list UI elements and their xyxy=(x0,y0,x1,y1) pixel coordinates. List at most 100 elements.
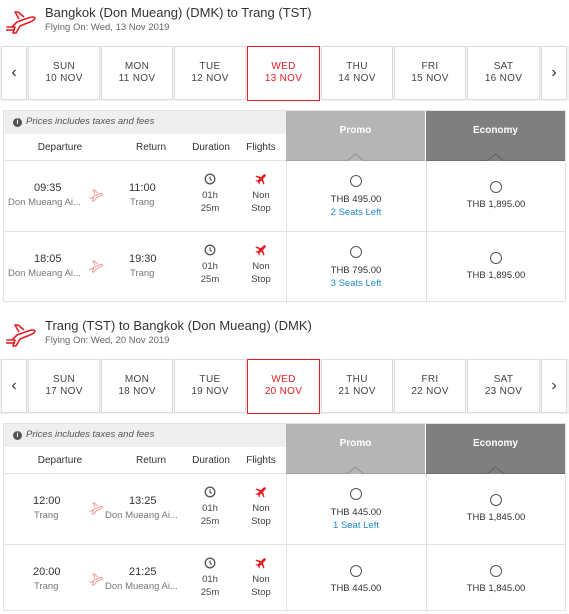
promo-fare-radio[interactable] xyxy=(350,175,362,187)
promo-seats-left: 1 Seat Left xyxy=(333,520,379,531)
arrival-time: 19:30 xyxy=(129,253,157,265)
next-dates-button[interactable]: › xyxy=(541,359,567,413)
departure-airport: Don Mueang Ai... xyxy=(8,268,81,279)
day-mon[interactable]: MON 18 NOV xyxy=(101,359,173,413)
takeoff-icon xyxy=(89,502,104,515)
day-sun[interactable]: SUN 17 NOV xyxy=(28,359,100,413)
day-name: THU xyxy=(346,374,368,385)
clock-icon xyxy=(204,173,216,185)
day-mon[interactable]: MON 11 NOV xyxy=(101,46,173,100)
price-info-text: Prices includes taxes and fees xyxy=(26,116,155,127)
day-name: MON xyxy=(124,374,150,385)
takeoff-icon xyxy=(89,260,104,273)
promo-fare-radio[interactable] xyxy=(350,246,362,258)
day-name: FRI xyxy=(421,61,439,72)
promo-fare-radio[interactable] xyxy=(350,565,362,577)
fare-header-notch xyxy=(426,458,565,474)
departure-time: 12:00 xyxy=(33,495,61,507)
day-date: 18 NOV xyxy=(118,386,156,397)
promo-price: THB 445.00 xyxy=(330,507,382,518)
day-date: 16 NOV xyxy=(484,73,523,84)
flight-row: 09:35 Don Mueang Ai... 11:00 Trang 01h 2… xyxy=(4,161,565,232)
clock-icon xyxy=(204,557,216,569)
stops-line-1: Non xyxy=(252,503,270,514)
economy-label: Economy xyxy=(472,125,518,136)
day-date: 15 NOV xyxy=(411,73,449,84)
economy-fare-radio[interactable] xyxy=(490,494,502,506)
day-date: 19 NOV xyxy=(191,386,229,397)
date-selector: ‹ SUN 10 NOV MON 11 NOV TUE 12 NOV WED 13 NO… xyxy=(0,46,569,101)
stops-line-2: Stop xyxy=(251,516,271,527)
info-icon: i xyxy=(13,118,22,127)
stops-line-2: Stop xyxy=(251,203,271,214)
col-flights: Flights xyxy=(246,141,276,153)
airline-jet-icon xyxy=(255,245,266,256)
economy-price: THB 1,845.00 xyxy=(466,512,526,523)
day-sun[interactable]: SUN 10 NOV xyxy=(28,46,100,100)
day-name: SAT xyxy=(493,61,514,72)
fare-header-notch xyxy=(286,145,425,161)
leg-flying-on: Flying On: Wed, 20 Nov 2019 xyxy=(45,335,170,346)
flight-results: i Prices includes taxes and fees Departur… xyxy=(3,423,566,612)
prev-dates-button[interactable]: ‹ xyxy=(1,359,27,413)
next-dates-button[interactable]: › xyxy=(541,46,567,100)
takeoff-icon xyxy=(89,573,104,586)
day-sat[interactable]: SAT 23 NOV xyxy=(467,359,540,413)
day-thu[interactable]: THU 21 NOV xyxy=(321,359,393,413)
fare-header-notch xyxy=(286,458,425,474)
col-return: Return xyxy=(135,454,166,466)
arrival-time: 21:25 xyxy=(129,566,157,578)
day-tue[interactable]: TUE 12 NOV xyxy=(174,46,246,100)
day-date: 23 NOV xyxy=(484,386,523,397)
day-fri[interactable]: FRI 15 NOV xyxy=(394,46,466,100)
info-icon: i xyxy=(13,431,22,440)
return-leg: Trang (TST) to Bangkok (Don Mueang) (DMK… xyxy=(0,313,569,614)
col-departure: Departure xyxy=(37,454,83,466)
day-sat[interactable]: SAT 16 NOV xyxy=(467,46,540,100)
leg-title: Trang (TST) to Bangkok (Don Mueang) (DMK… xyxy=(45,318,312,333)
arrival-time: 13:25 xyxy=(129,495,157,507)
day-wed-selected[interactable]: WED 20 NOV xyxy=(247,359,320,414)
day-name: TUE xyxy=(199,61,221,72)
airline-jet-icon xyxy=(255,174,266,185)
flight-row: 20:00 Trang 21:25 Don Mueang Ai... 01h 2… xyxy=(4,545,565,611)
duration-hours: 01h xyxy=(202,261,218,272)
price-info: i Prices includes taxes and fees xyxy=(4,424,286,447)
clock-icon xyxy=(204,486,216,498)
economy-fare-radio[interactable] xyxy=(490,181,502,193)
col-departure: Departure xyxy=(37,141,83,153)
prev-dates-button[interactable]: ‹ xyxy=(1,46,27,100)
stops-line-1: Non xyxy=(252,261,270,272)
arrival-airport: Trang xyxy=(130,268,155,279)
day-date: 14 NOV xyxy=(338,73,376,84)
economy-fare-radio[interactable] xyxy=(490,252,502,264)
stops-line-1: Non xyxy=(252,574,270,585)
day-date: 22 NOV xyxy=(411,386,449,397)
clock-icon xyxy=(204,244,216,256)
day-name: SUN xyxy=(52,374,75,385)
day-tue[interactable]: TUE 19 NOV xyxy=(174,359,246,413)
promo-fare-radio[interactable] xyxy=(350,488,362,500)
day-name: WED xyxy=(271,61,296,72)
flight-row: 12:00 Trang 13:25 Don Mueang Ai... 01h 2… xyxy=(4,474,565,545)
day-name: FRI xyxy=(421,374,439,385)
day-fri[interactable]: FRI 22 NOV xyxy=(394,359,466,413)
leg-title: Bangkok (Don Mueang) (DMK) to Trang (TST… xyxy=(45,5,312,20)
promo-price: THB 495.00 xyxy=(330,194,382,205)
duration-minutes: 25m xyxy=(200,274,220,285)
duration-minutes: 25m xyxy=(200,587,220,598)
leg-header: Trang (TST) to Bangkok (Don Mueang) (DMK… xyxy=(0,313,569,358)
departure-airport: Trang xyxy=(34,510,59,521)
economy-fare-radio[interactable] xyxy=(490,565,502,577)
day-wed-selected[interactable]: WED 13 NOV xyxy=(247,46,320,101)
airline-jet-icon xyxy=(255,487,266,498)
day-date: 12 NOV xyxy=(191,73,229,84)
day-thu[interactable]: THU 14 NOV xyxy=(321,46,393,100)
promo-seats-left: 2 Seats Left xyxy=(330,207,382,218)
day-name: THU xyxy=(346,61,368,72)
day-date: 10 NOV xyxy=(45,73,83,84)
airline-jet-icon xyxy=(255,558,266,569)
price-info: i Prices includes taxes and fees xyxy=(4,111,286,134)
day-name: MON xyxy=(124,61,150,72)
col-flights: Flights xyxy=(246,454,276,466)
